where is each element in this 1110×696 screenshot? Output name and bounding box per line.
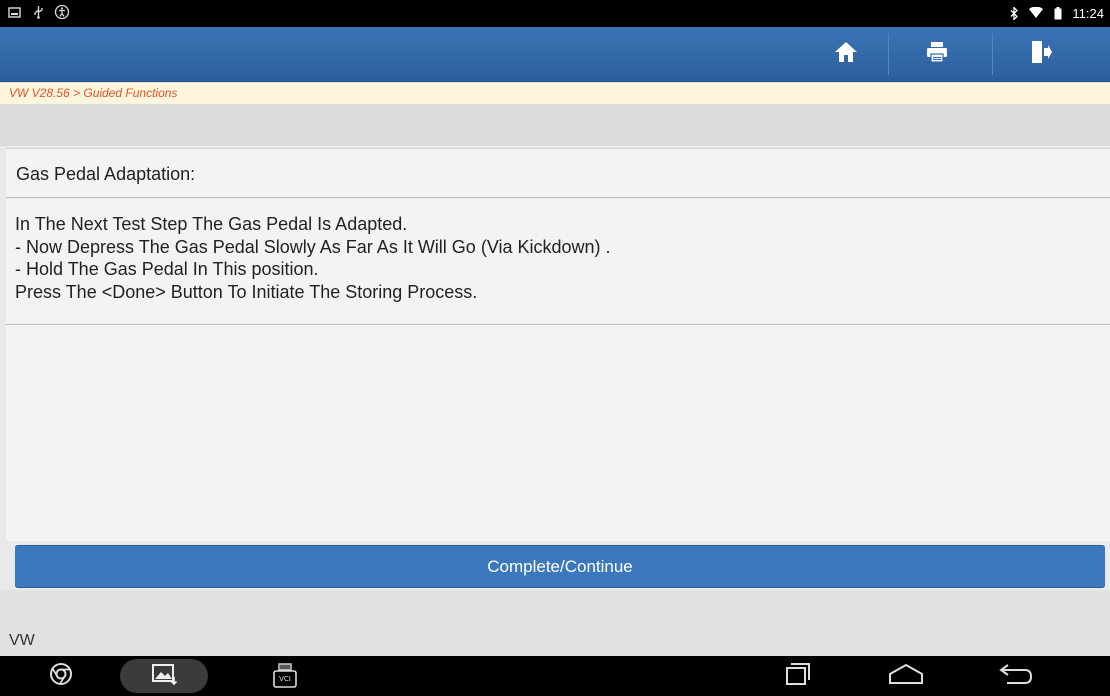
screenshot-icon [6, 4, 22, 20]
home-nav-button[interactable] [886, 656, 926, 696]
recent-apps-icon [785, 662, 811, 691]
home-button[interactable] [809, 27, 883, 82]
instruction-line: Press The <Done> Button To Initiate The … [15, 281, 478, 302]
complete-continue-button[interactable]: Complete/Continue [15, 545, 1105, 588]
print-icon [926, 41, 948, 68]
exit-icon [1030, 40, 1052, 69]
instruction-line: - Hold The Gas Pedal In This position. [15, 259, 319, 279]
status-bar: 11:24 [0, 0, 1110, 27]
vci-button[interactable]: VCI [268, 656, 302, 696]
instruction-text: In The Next Test Step The Gas Pedal Is A… [15, 213, 611, 303]
instruction-line: In The Next Test Step The Gas Pedal Is A… [15, 214, 408, 234]
gallery-button[interactable] [148, 656, 182, 696]
wifi-icon [1028, 5, 1044, 21]
app-header [0, 27, 1110, 82]
home-nav-icon [888, 663, 924, 690]
clock-time: 11:24 [1072, 5, 1104, 21]
vci-label: VCI [279, 675, 291, 683]
usb-icon [30, 4, 46, 20]
gallery-icon [152, 663, 178, 690]
chrome-icon [49, 662, 73, 691]
breadcrumb: VW V28.56 > Guided Functions [0, 83, 1110, 104]
navigation-bar: VCI [0, 656, 1110, 696]
accessibility-icon [54, 4, 70, 20]
instruction-line: - Now Depress The Gas Pedal Slowly As Fa… [15, 236, 611, 257]
back-icon [999, 663, 1033, 690]
footer: VW [0, 590, 1110, 656]
back-button[interactable] [996, 656, 1036, 696]
vehicle-brand-label: VW [9, 632, 35, 649]
instruction-panel: In The Next Test Step The Gas Pedal Is A… [6, 199, 1110, 541]
divider [6, 324, 1110, 325]
battery-icon [1050, 5, 1066, 21]
toolbar-spacer [0, 104, 1110, 146]
page-title: Gas Pedal Adaptation: [6, 148, 1110, 198]
bluetooth-icon [1006, 5, 1022, 21]
exit-button[interactable] [1004, 27, 1078, 82]
home-icon [834, 41, 858, 68]
print-button[interactable] [900, 27, 974, 82]
vci-icon: VCI [273, 663, 297, 689]
recent-apps-button[interactable] [778, 656, 818, 696]
chrome-button[interactable] [44, 656, 78, 696]
